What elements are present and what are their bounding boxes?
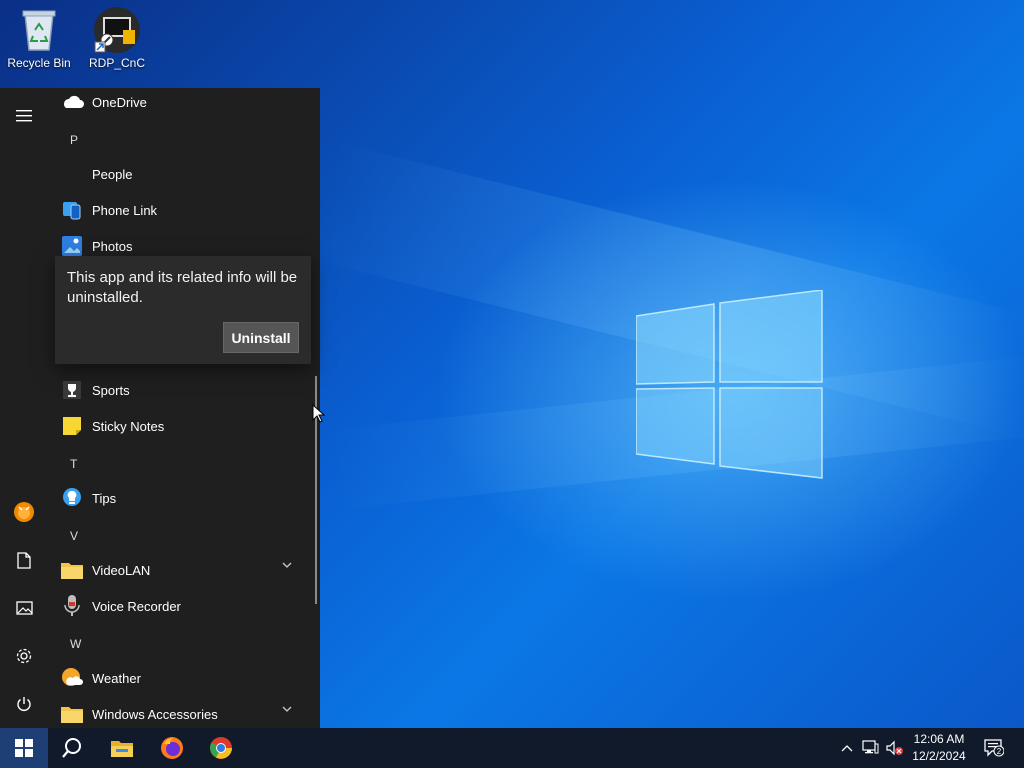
group-letter-w[interactable]: W: [70, 637, 81, 651]
document-icon: [17, 551, 31, 569]
app-tips[interactable]: Tips: [60, 480, 310, 516]
chevron-down-icon: [282, 706, 292, 712]
user-account-button[interactable]: [0, 488, 48, 536]
app-label: OneDrive: [92, 94, 147, 110]
app-list: OneDrive P People Phone Link Photos Spor…: [48, 88, 320, 728]
app-label: Sports: [92, 382, 130, 398]
group-letter-v[interactable]: V: [70, 529, 78, 543]
search-icon: [62, 738, 81, 758]
sticky-notes-icon: [60, 414, 84, 438]
app-voice-recorder[interactable]: Voice Recorder: [60, 588, 310, 624]
start-button[interactable]: [0, 728, 48, 768]
group-letter-p[interactable]: P: [70, 133, 78, 147]
firefox-icon: [161, 737, 183, 759]
taskbar-clock[interactable]: 12:06 AM 12/2/2024: [906, 731, 972, 765]
app-label: Photos: [92, 238, 133, 254]
chevron-up-icon: [841, 745, 853, 752]
app-label: Sticky Notes: [92, 418, 165, 434]
windows-logo-icon: [15, 739, 33, 757]
network-icon: [862, 740, 879, 754]
power-icon: [17, 697, 31, 711]
folder-icon: [60, 558, 84, 582]
windows-logo-wallpaper: [636, 290, 823, 479]
app-label: Weather: [92, 670, 141, 686]
rdp-shortcut-icon: [93, 6, 141, 54]
start-menu: OneDrive P People Phone Link Photos Spor…: [0, 88, 320, 728]
chrome-icon: [210, 737, 232, 759]
phone-link-icon: [60, 198, 84, 222]
people-icon: [60, 162, 84, 186]
desktop-icon-label: Recycle Bin: [7, 56, 71, 70]
desktop-icon-rdp-cnc[interactable]: RDP_CnC: [80, 6, 154, 70]
microphone-icon: [60, 594, 84, 618]
file-explorer-taskbar-button[interactable]: [98, 728, 146, 768]
taskbar: 12:06 AM 12/2/2024 2: [0, 728, 1024, 768]
onedrive-icon: [60, 90, 84, 114]
pictures-button[interactable]: [0, 584, 48, 632]
clock-time: 12:06 AM: [913, 732, 965, 746]
app-weather[interactable]: Weather: [60, 660, 310, 696]
desktop-icon-recycle-bin[interactable]: Recycle Bin: [2, 6, 76, 70]
notification-count: 2: [997, 747, 1002, 756]
app-sports[interactable]: Sports: [60, 372, 310, 408]
network-tray-button[interactable]: [860, 728, 882, 768]
app-label: Tips: [92, 490, 117, 506]
user-avatar-icon: [14, 502, 34, 522]
firefox-taskbar-button[interactable]: [148, 728, 196, 768]
app-sticky-notes[interactable]: Sticky Notes: [60, 408, 310, 444]
volume-tray-button[interactable]: [884, 728, 906, 768]
tips-lightbulb-icon: [60, 486, 84, 510]
trophy-icon: [60, 378, 84, 402]
hamburger-icon: [16, 110, 32, 122]
uninstall-confirmation-flyout: This app and its related info will be un…: [55, 256, 311, 364]
clock-date: 12/2/2024: [912, 749, 966, 763]
app-label: Windows Accessories: [92, 706, 218, 722]
volume-muted-icon: [886, 740, 903, 756]
power-button[interactable]: [0, 680, 48, 728]
pictures-icon: [15, 601, 33, 615]
search-button[interactable]: [48, 728, 96, 768]
documents-button[interactable]: [0, 536, 48, 584]
app-people[interactable]: People: [60, 156, 310, 192]
photos-icon: [60, 234, 84, 258]
app-label: VideoLAN: [92, 562, 151, 578]
file-explorer-icon: [111, 741, 133, 757]
app-onedrive[interactable]: OneDrive: [60, 84, 310, 120]
app-label: Phone Link: [92, 202, 158, 218]
chrome-taskbar-button[interactable]: [197, 728, 245, 768]
start-menu-rail: [0, 88, 48, 728]
mouse-cursor-icon: [312, 404, 326, 423]
menu-expand-button[interactable]: [0, 92, 48, 140]
app-folder-windows-accessories[interactable]: Windows Accessories: [60, 696, 310, 732]
recycle-bin-icon: [15, 6, 63, 54]
folder-icon: [60, 702, 84, 726]
app-phone-link[interactable]: Phone Link: [60, 192, 310, 228]
notification-icon: 2: [984, 739, 1004, 757]
uninstall-message: This app and its related info will be un…: [67, 269, 298, 306]
weather-sun-cloud-icon: [60, 666, 84, 690]
uninstall-button[interactable]: Uninstall: [223, 322, 299, 353]
gear-icon: [16, 648, 32, 664]
group-letter-t[interactable]: T: [70, 457, 77, 471]
show-hidden-icons-button[interactable]: [838, 728, 856, 768]
chevron-down-icon: [282, 562, 292, 568]
app-label: People: [92, 166, 133, 182]
app-label: Voice Recorder: [92, 598, 181, 614]
action-center-button[interactable]: 2: [978, 728, 1010, 768]
settings-button[interactable]: [0, 632, 48, 680]
desktop-icon-label: RDP_CnC: [88, 56, 145, 70]
app-folder-videolan[interactable]: VideoLAN: [60, 552, 310, 588]
